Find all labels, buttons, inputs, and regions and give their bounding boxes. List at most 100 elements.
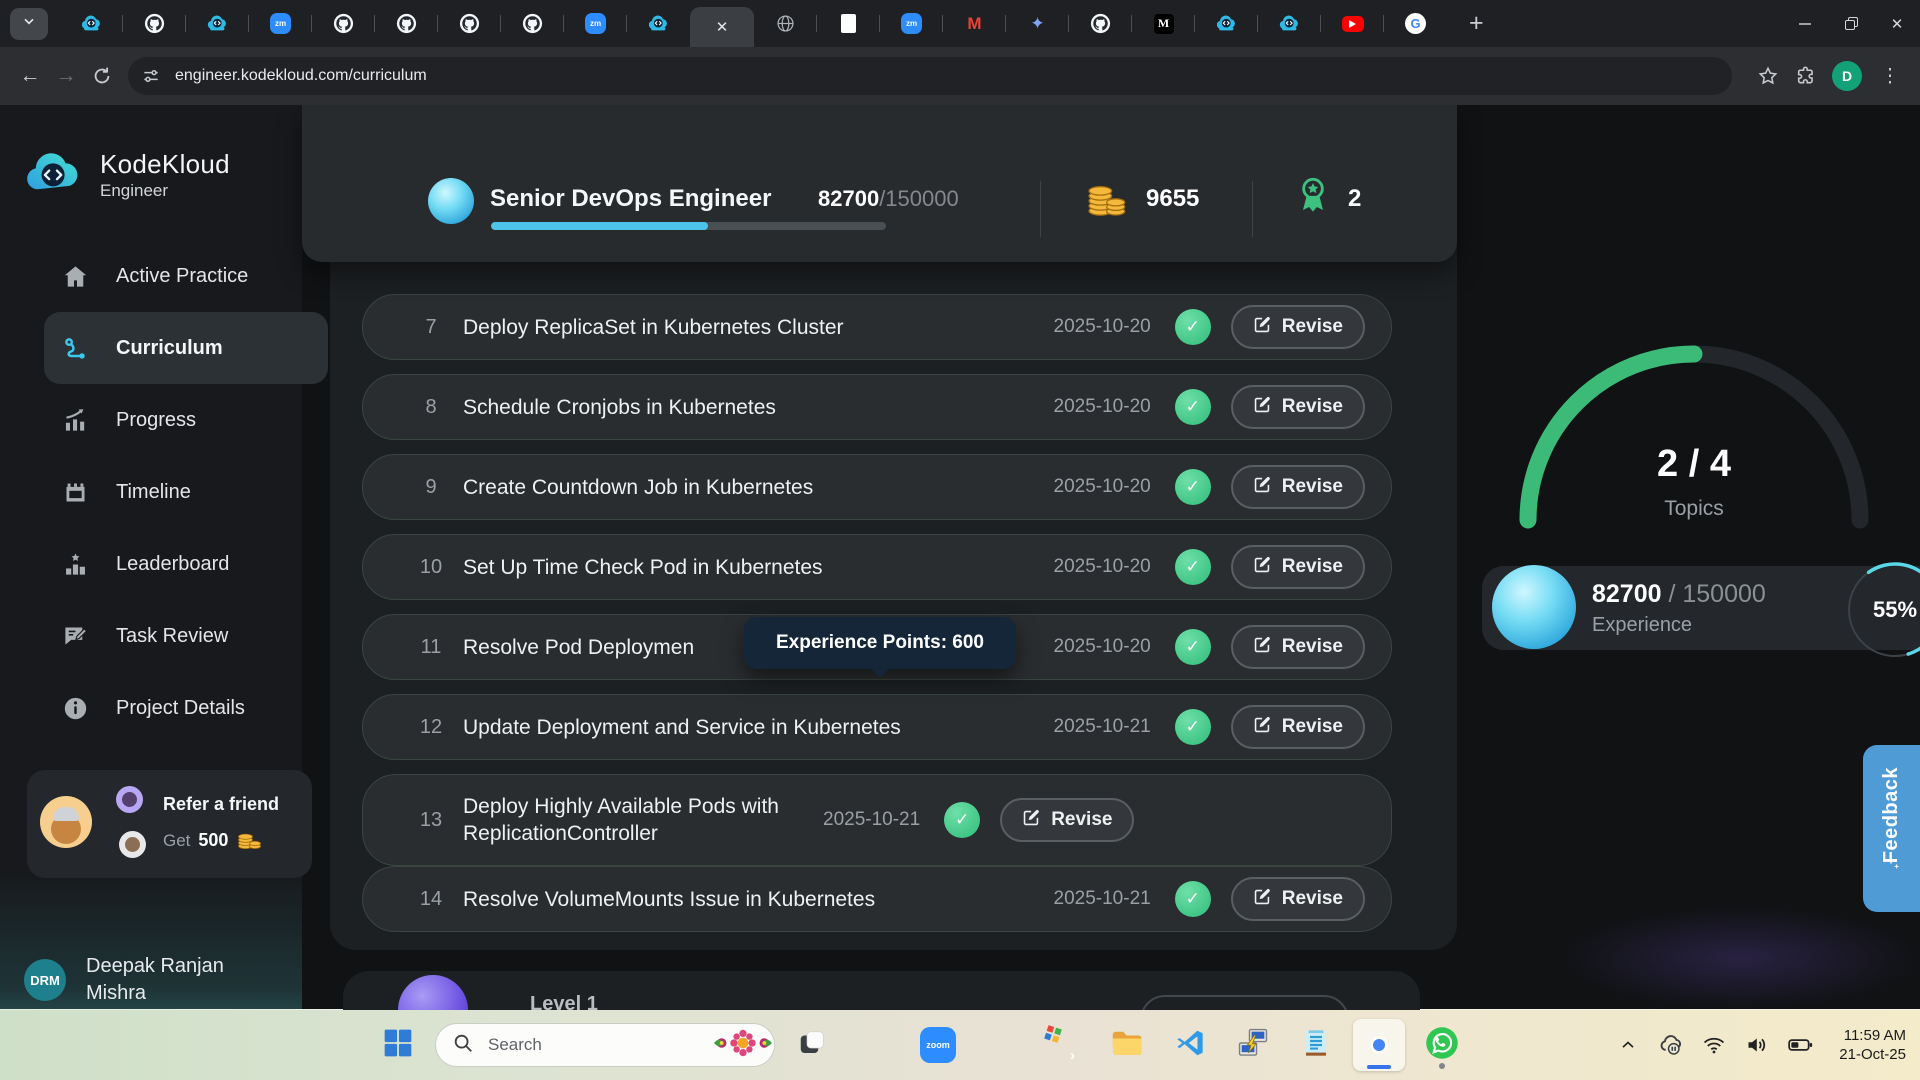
tab-kodekloud[interactable] — [186, 0, 249, 47]
feedback-button[interactable]: Feedback — [1863, 745, 1920, 912]
revise-button[interactable]: Revise — [1231, 385, 1365, 429]
task-row[interactable]: 8Schedule Cronjobs in Kubernetes2025-10-… — [362, 374, 1392, 440]
kodekloud-favicon — [647, 12, 671, 36]
sparkle-icon — [1880, 854, 1903, 872]
edit-icon — [1253, 395, 1272, 420]
new-tab-button[interactable]: + — [1469, 11, 1484, 36]
taskbar-clock[interactable]: 11:59 AM 21-Oct-25 — [1839, 1026, 1906, 1064]
kodekloud-favicon — [206, 12, 230, 36]
tab-github[interactable] — [1069, 0, 1132, 47]
tab-gemini[interactable]: ✦ — [1006, 0, 1069, 47]
github-favicon — [521, 12, 545, 36]
revise-button[interactable]: Revise — [1231, 465, 1365, 509]
close-button[interactable]: ✕ — [1874, 0, 1920, 47]
browser-menu-icon[interactable]: ⋮ — [1872, 58, 1908, 94]
zoom-favicon: zm — [584, 12, 608, 36]
revise-button[interactable]: Revise — [1231, 545, 1365, 589]
tab-gmail[interactable]: M — [943, 0, 1006, 47]
taskbar-app-copilot[interactable] — [849, 1019, 901, 1071]
tab-kodekloud[interactable] — [1258, 0, 1321, 47]
tab-zoom[interactable]: zm — [564, 0, 627, 47]
start-button[interactable] — [372, 1019, 424, 1071]
tab-search-button[interactable] — [10, 8, 48, 40]
tray-battery-icon[interactable] — [1786, 1031, 1814, 1059]
taskbar-app-edge[interactable] — [975, 1019, 1027, 1071]
level-label: Level 1 — [530, 993, 598, 1010]
revise-button[interactable]: Revise — [1231, 625, 1365, 669]
role-title: Senior DevOps Engineer — [490, 185, 771, 213]
experience-divider: / — [1662, 580, 1683, 608]
tray-wifi-icon[interactable] — [1700, 1031, 1728, 1059]
taskbar-app-vscode[interactable] — [1164, 1019, 1216, 1071]
tab-github[interactable] — [375, 0, 438, 47]
tab-zoom[interactable]: zm — [880, 0, 943, 47]
minimize-button[interactable] — [1782, 0, 1828, 47]
back-button[interactable]: ← — [12, 58, 48, 94]
taskbar-app-taskview[interactable] — [786, 1019, 838, 1071]
tab-github[interactable] — [438, 0, 501, 47]
forward-button[interactable]: → — [48, 58, 84, 94]
tab-close-icon[interactable]: ✕ — [716, 20, 729, 35]
user-profile[interactable]: DRM Deepak Ranjan Mishra — [24, 953, 256, 1007]
task-row[interactable]: 10Set Up Time Check Pod in Kubernetes202… — [362, 534, 1392, 600]
tab-page[interactable] — [817, 0, 880, 47]
task-title: Update Deployment and Service in Kuberne… — [463, 714, 1054, 741]
task-row[interactable]: 9Create Countdown Job in Kubernetes2025-… — [362, 454, 1392, 520]
windows-taskbar: zoom › 11:59 AM 21-Oct-25 — [0, 1009, 1920, 1080]
tab-kodekloud[interactable] — [627, 0, 690, 47]
task-row[interactable]: 7Deploy ReplicaSet in Kubernetes Cluster… — [362, 294, 1392, 360]
task-title: Resolve VolumeMounts Issue in Kubernetes — [463, 886, 1054, 913]
coins-count: 9655 — [1146, 185, 1199, 213]
task-date: 2025-10-20 — [1054, 636, 1151, 658]
tray-onedrive-icon[interactable] — [1657, 1031, 1685, 1059]
task-row[interactable]: 12Update Deployment and Service in Kuber… — [362, 694, 1392, 760]
explorer-icon — [1109, 1025, 1145, 1066]
taskbar-app-zoom-app[interactable]: zoom — [912, 1019, 964, 1071]
bookmark-star-icon[interactable] — [1750, 58, 1786, 94]
tray-volume-icon[interactable] — [1743, 1031, 1771, 1059]
level-action-button[interactable] — [1140, 995, 1349, 1010]
extensions-icon[interactable] — [1786, 58, 1822, 94]
taskbar-app-putty[interactable] — [1227, 1019, 1279, 1071]
taskbar-app-explorer[interactable] — [1101, 1019, 1153, 1071]
task-date: 2025-10-20 — [1054, 556, 1151, 578]
github-favicon — [395, 12, 419, 36]
taskbar-app-chrome[interactable] — [1353, 1019, 1405, 1071]
site-settings-icon[interactable] — [136, 61, 166, 91]
tab-active[interactable]: ✕ — [690, 7, 754, 47]
tab-medium[interactable]: M — [1132, 0, 1195, 47]
tray-chevron-up-icon[interactable] — [1614, 1031, 1642, 1059]
address-bar[interactable]: engineer.kodekloud.com/curriculum — [128, 57, 1732, 95]
tab-kodekloud[interactable] — [60, 0, 123, 47]
completed-check-icon: ✓ — [1175, 629, 1211, 665]
edit-icon — [1253, 715, 1272, 740]
tab-youtube[interactable] — [1321, 0, 1384, 47]
tab-globe[interactable] — [754, 0, 817, 47]
revise-button[interactable]: Revise — [1000, 798, 1134, 842]
revise-button[interactable]: Revise — [1231, 705, 1365, 749]
restore-button[interactable] — [1828, 0, 1874, 47]
task-row[interactable]: 13Deploy Highly Available Pods with Repl… — [362, 774, 1392, 866]
browser-profile-avatar[interactable]: D — [1832, 61, 1862, 91]
reload-button[interactable] — [84, 58, 120, 94]
google-favicon: G — [1404, 12, 1428, 36]
taskbar-app-terminal[interactable]: › — [1038, 1019, 1090, 1071]
taskbar-app-whatsapp[interactable] — [1416, 1019, 1468, 1071]
tab-zoom[interactable]: zm — [249, 0, 312, 47]
zoom-app-icon: zoom — [920, 1027, 956, 1063]
search-input[interactable] — [486, 1034, 711, 1056]
task-row[interactable]: 14Resolve VolumeMounts Issue in Kubernet… — [362, 866, 1392, 932]
tab-github[interactable] — [123, 0, 186, 47]
revise-button[interactable]: Revise — [1231, 877, 1365, 921]
tab-github[interactable] — [312, 0, 375, 47]
globe-favicon — [774, 12, 798, 36]
tab-kodekloud[interactable] — [1195, 0, 1258, 47]
tab-google[interactable]: G — [1384, 0, 1447, 47]
tab-github[interactable] — [501, 0, 564, 47]
taskbar-app-notepad[interactable] — [1290, 1019, 1342, 1071]
revise-button[interactable]: Revise — [1231, 305, 1365, 349]
experience-percent: 55% — [1858, 597, 1920, 623]
taskbar-search[interactable] — [435, 1023, 775, 1067]
revise-label: Revise — [1051, 809, 1112, 831]
url-text: engineer.kodekloud.com/curriculum — [175, 67, 427, 85]
